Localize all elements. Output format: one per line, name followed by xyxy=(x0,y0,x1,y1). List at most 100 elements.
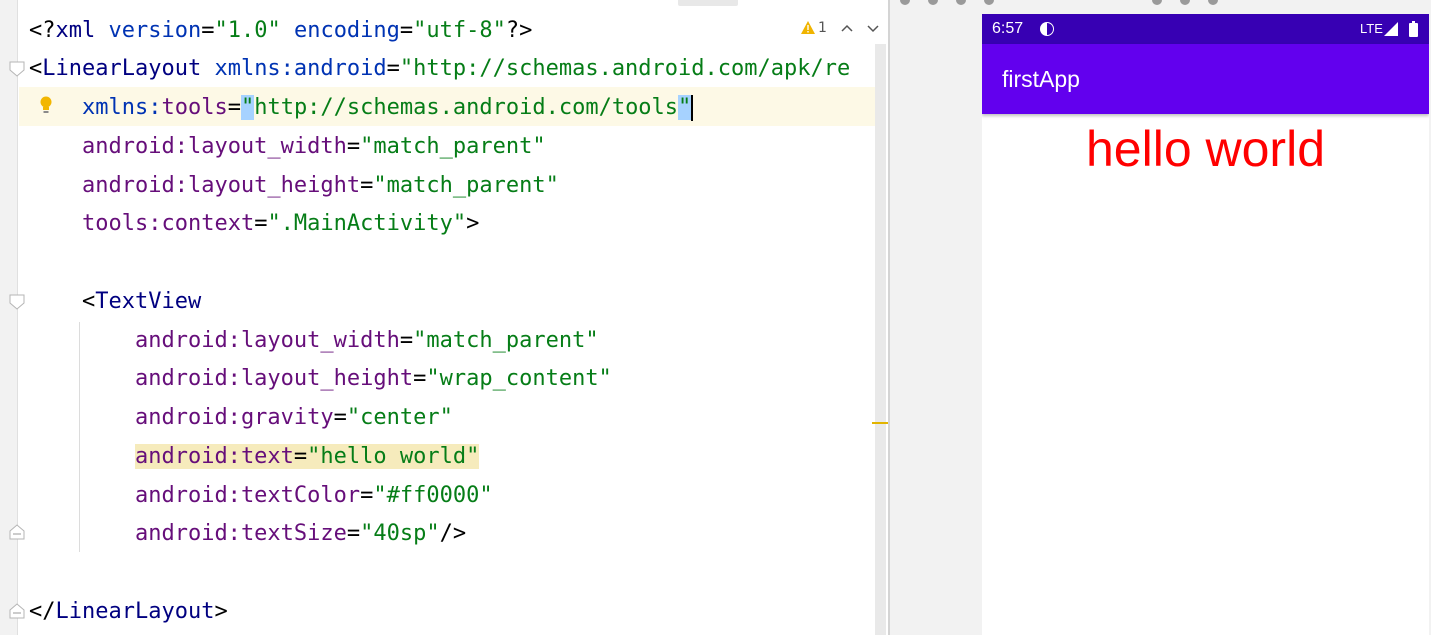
chevron-down-icon[interactable] xyxy=(866,18,880,38)
attribute-namespace: android: xyxy=(134,483,241,508)
attribute-name: version xyxy=(108,18,202,43)
text-cursor xyxy=(691,95,694,121)
attribute-namespace: android: xyxy=(134,521,241,546)
attribute-name: gravity xyxy=(240,405,334,430)
attribute-name: context xyxy=(161,211,255,236)
equals-sign: = xyxy=(386,56,400,81)
code-line-12[interactable]: android:text="hello world" xyxy=(29,438,480,476)
fold-open-icon[interactable] xyxy=(8,294,26,310)
signal-icon xyxy=(1384,22,1398,36)
tag-name: LinearLayout xyxy=(42,56,202,81)
attribute-value: "1.0" xyxy=(214,18,281,43)
app-bar: firstApp xyxy=(982,44,1429,114)
attribute-name: textColor xyxy=(240,483,361,508)
toolbar-icon[interactable] xyxy=(900,0,910,5)
attribute-namespace: android: xyxy=(134,444,241,469)
xml-code-editor[interactable]: <?xml version="1.0" encoding="utf-8"?> <… xyxy=(0,0,888,635)
attribute-value: "hello world" xyxy=(307,444,480,469)
code-line-10[interactable]: android:layout_height="wrap_content" xyxy=(29,360,612,398)
attribute-name: textSize xyxy=(240,521,347,546)
notification-app-icon xyxy=(1039,21,1055,37)
tag-name: TextView xyxy=(95,289,202,314)
equals-sign: = xyxy=(399,328,414,353)
attribute-name: layout_height xyxy=(187,173,361,198)
network-type: LTE xyxy=(1360,21,1383,36)
equals-sign: = xyxy=(333,405,347,430)
attribute-value: "#ff0000" xyxy=(373,483,493,508)
code-line-4[interactable]: android:layout_width="match_parent" xyxy=(29,128,546,166)
status-time: 6:57 xyxy=(992,20,1024,37)
code-line-1[interactable]: <?xml version="1.0" encoding="utf-8"?> xyxy=(29,12,532,50)
attribute-name: encoding xyxy=(293,18,400,43)
preview-toolbar xyxy=(890,0,1431,6)
code-line-2[interactable]: <LinearLayout xmlns:android="http://sche… xyxy=(29,50,850,88)
vertical-scrollbar[interactable] xyxy=(875,44,886,635)
attribute-name: text xyxy=(240,444,294,469)
tag-close-bracket: > xyxy=(214,599,228,624)
xml-decl-open: <? xyxy=(29,18,56,43)
toolbar-icon[interactable] xyxy=(1152,0,1162,5)
fold-close-icon[interactable] xyxy=(8,603,26,619)
attribute-namespace: android: xyxy=(81,173,188,198)
code-line-9[interactable]: android:layout_width="match_parent" xyxy=(29,322,599,360)
attribute-value: "http://schemas.android.com/apk/re xyxy=(399,56,851,81)
code-line-3[interactable]: xmlns:tools="http://schemas.android.com/… xyxy=(29,89,694,127)
code-view-button[interactable] xyxy=(678,0,738,6)
equals-sign: = xyxy=(227,95,241,120)
equals-sign: = xyxy=(413,366,427,391)
attribute-name: layout_width xyxy=(187,134,347,159)
fold-close-icon[interactable] xyxy=(8,524,26,540)
chevron-up-icon[interactable] xyxy=(840,18,854,38)
code-line-6[interactable]: tools:context=".MainActivity"> xyxy=(29,205,479,243)
status-bar: 6:57 LTE xyxy=(982,14,1429,44)
code-line-14[interactable]: android:textSize="40sp"/> xyxy=(29,515,466,553)
equals-sign: = xyxy=(254,211,268,236)
attribute-value: http://schemas.android.com/tools xyxy=(254,95,679,120)
tag-close-bracket: > xyxy=(466,211,480,236)
attribute-namespace: android: xyxy=(134,328,241,353)
attribute-namespace: android: xyxy=(81,134,188,159)
matched-quote: " xyxy=(240,95,255,120)
warning-count[interactable]: 1 xyxy=(818,18,827,38)
equals-sign: = xyxy=(360,173,374,198)
attribute-name: layout_width xyxy=(240,328,400,353)
attribute-value: "center" xyxy=(346,405,453,430)
attribute-namespace: android: xyxy=(134,405,241,430)
warning-icon[interactable] xyxy=(800,18,816,38)
fold-open-icon[interactable] xyxy=(8,61,26,77)
app-title: firstApp xyxy=(1002,66,1080,92)
warning-stripe-marker[interactable] xyxy=(872,422,888,424)
device-screen[interactable]: 6:57 LTE firstApp hello world xyxy=(982,14,1429,635)
editor-toolbar-strip xyxy=(678,0,888,6)
tag-name: LinearLayout xyxy=(55,599,215,624)
attribute-name: tools xyxy=(161,95,228,120)
battery-icon xyxy=(1409,21,1418,37)
attribute-name: xmlns:android xyxy=(214,56,387,81)
attribute-value: "40sp" xyxy=(360,521,440,546)
attribute-value: "match_parent" xyxy=(360,134,546,159)
toolbar-icon[interactable] xyxy=(928,0,938,5)
attribute-namespace: android: xyxy=(134,366,241,391)
attribute-name: layout_height xyxy=(240,366,414,391)
code-line-13[interactable]: android:textColor="#ff0000" xyxy=(29,477,493,515)
toolbar-icon[interactable] xyxy=(956,0,966,5)
xml-decl-name: xml xyxy=(55,18,96,43)
equals-sign: = xyxy=(293,444,308,469)
hello-textview: hello world xyxy=(1085,121,1325,177)
tag-close-bracket: /> xyxy=(439,521,467,546)
code-line-16[interactable]: </LinearLayout> xyxy=(29,593,228,631)
attribute-value: "match_parent" xyxy=(373,173,559,198)
equals-sign: = xyxy=(399,18,414,43)
tag-open-bracket: </ xyxy=(29,599,56,624)
code-line-5[interactable]: android:layout_height="match_parent" xyxy=(29,167,559,205)
attribute-namespace: tools: xyxy=(81,211,162,236)
matched-quote: " xyxy=(678,95,692,120)
toolbar-icon[interactable] xyxy=(984,0,994,5)
toolbar-icon[interactable] xyxy=(1208,0,1218,5)
toolbar-icon[interactable] xyxy=(1180,0,1190,5)
attribute-value: "wrap_content" xyxy=(426,366,612,391)
code-line-11[interactable]: android:gravity="center" xyxy=(29,399,453,437)
code-line-8[interactable]: <TextView xyxy=(29,283,201,321)
attribute-value: "match_parent" xyxy=(413,328,599,353)
xml-decl-close: ?> xyxy=(505,18,533,43)
